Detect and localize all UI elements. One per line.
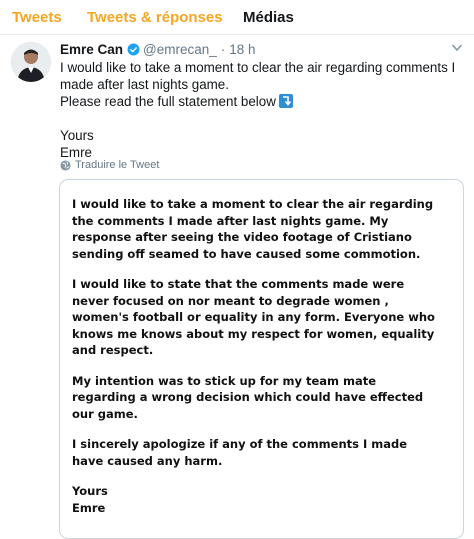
statement-text: I would like to take a moment to clear t…: [72, 196, 442, 516]
tweet-header: Emre Can @emrecan_ · 18 h: [60, 40, 256, 58]
author-handle[interactable]: @emrecan_: [143, 42, 217, 57]
tab-media[interactable]: Médias: [243, 9, 294, 26]
avatar[interactable]: [11, 42, 51, 82]
arrow-emoji-icon: [278, 94, 293, 108]
tab-tweets[interactable]: Tweets: [12, 9, 62, 26]
tweet-line: Please read the full statement below: [60, 94, 276, 109]
statement-image[interactable]: I would like to take a moment to clear t…: [59, 179, 464, 539]
tweet-line-with-emoji: Please read the full statement below: [60, 93, 462, 110]
statement-signoff: Emre: [72, 500, 106, 515]
separator: ·: [220, 41, 226, 57]
tweet-line: I would like to take a moment to clear t…: [60, 60, 456, 92]
verified-badge-icon: [127, 43, 140, 55]
tweet[interactable]: Emre Can @emrecan_ · 18 h I would like t…: [0, 34, 474, 539]
globe-icon: [60, 159, 71, 171]
statement-paragraph: My intention was to stick up for my team…: [72, 373, 424, 421]
statement-paragraph: I would like to take a moment to clear t…: [72, 197, 434, 261]
statement-signoff: Yours: [72, 484, 108, 498]
tweet-time[interactable]: 18 h: [229, 42, 255, 57]
tweet-text: I would like to take a moment to clear t…: [60, 59, 462, 161]
author-name[interactable]: Emre Can: [60, 42, 123, 57]
translate-label: Traduire le Tweet: [75, 159, 160, 171]
profile-tabs: Tweets Tweets & réponses Médias: [0, 0, 474, 35]
statement-paragraph: I sincerely apologize if any of the comm…: [72, 437, 408, 468]
signoff-line: Yours: [60, 128, 94, 143]
translate-tweet-link[interactable]: Traduire le Tweet: [60, 159, 159, 171]
statement-paragraph: I would like to state that the comments …: [72, 277, 435, 357]
tab-tweets-and-replies[interactable]: Tweets & réponses: [87, 9, 223, 26]
caret-down-icon[interactable]: [452, 44, 462, 52]
